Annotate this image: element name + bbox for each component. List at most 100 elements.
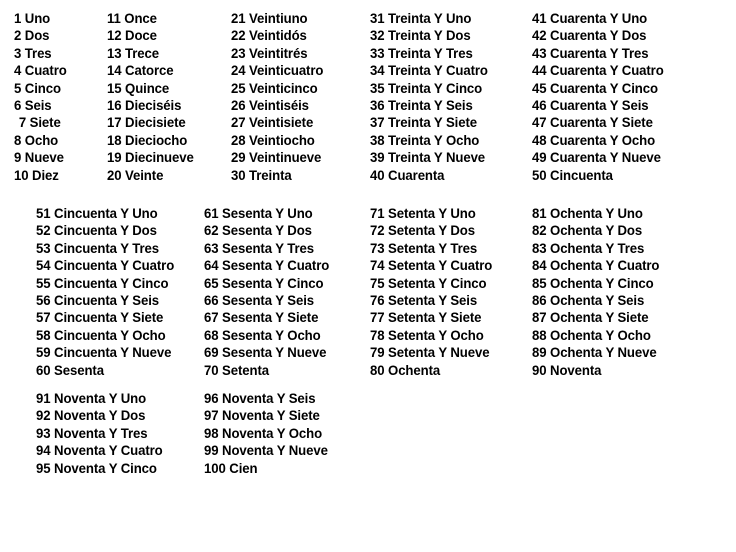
number-entry: 74 Setenta Y Cuatro	[370, 258, 493, 274]
number-entry: 53 Cincuenta Y Tres	[36, 240, 160, 256]
number-entry: 46 Cuarenta Y Seis	[532, 97, 649, 113]
number-column: 91 Noventa Y Uno 92 Noventa Y Dos 93 Noven…	[36, 390, 167, 477]
number-entry: 81 Ochenta Y Uno	[532, 206, 643, 221]
number-entry: 6 Seis	[14, 97, 52, 113]
number-entry: 69 Sesenta Y Nueve	[204, 345, 327, 361]
number-entry: 93 Noventa Y Tres	[36, 425, 148, 441]
spanish-numbers-chart: 1 Uno 2 Dos 3 Tres 4 Cuatro 5 Cinco 6 Seis 7 S…	[0, 0, 736, 552]
number-entry: 8 Ocho	[14, 132, 59, 148]
number-entry: 79 Setenta Y Nueve	[370, 345, 490, 361]
number-entry: 89 Ochenta Y Nueve	[532, 345, 657, 361]
number-entry: 78 Setenta Y Ocho	[370, 327, 484, 343]
number-entry: 2 Dos	[14, 28, 50, 44]
number-entry: 49 Cuarenta Y Nueve	[532, 150, 661, 166]
number-entry: 11 Once	[107, 11, 157, 26]
number-entry: 87 Ochenta Y Siete	[532, 310, 649, 326]
number-entry: 43 Cuarenta Y Tres	[532, 45, 649, 61]
number-entry: 12 Doce	[107, 28, 157, 44]
number-entry: 71 Setenta Y Uno	[370, 206, 476, 221]
number-entry: 18 Dieciocho	[107, 132, 188, 148]
number-entry: 19 Diecinueve	[107, 150, 194, 166]
number-entry: 90 Noventa	[532, 362, 602, 378]
number-entry: 44 Cuarenta Y Cuatro	[532, 63, 664, 79]
number-entry: 68 Sesenta Y Ocho	[204, 327, 321, 343]
number-entry: 45 Cuarenta Y Cinco	[532, 80, 658, 96]
number-entry: 54 Cincuenta Y Cuatro	[36, 258, 175, 274]
number-entry: 52 Cincuenta Y Dos	[36, 223, 157, 239]
number-entry: 22 Veintidós	[231, 28, 307, 44]
number-column: 96 Noventa Y Seis 97 Noventa Y Siete 98 No…	[204, 390, 332, 477]
number-entry: 16 Dieciséis	[107, 97, 182, 113]
number-entry: 91 Noventa Y Uno	[36, 391, 147, 406]
number-entry: 67 Sesenta Y Siete	[204, 310, 319, 326]
number-entry: 1 Uno	[14, 11, 51, 26]
number-column: 21 Veintiuno 22 Veintidós 23 Veintitrés 24 …	[231, 10, 326, 184]
number-entry: 3 Tres	[14, 45, 52, 61]
number-entry: 47 Cuarenta Y Siete	[532, 115, 653, 131]
number-entry: 80 Ochenta	[370, 362, 441, 378]
number-entry: 7 Siete	[18, 115, 61, 131]
number-entry: 48 Cuarenta Y Ocho	[532, 132, 656, 148]
number-entry: 36 Treinta Y Seis	[370, 97, 473, 113]
number-entry: 55 Cincuenta Y Cinco	[36, 275, 169, 291]
number-entry: 24 Veinticuatro	[231, 63, 324, 79]
number-entry: 10 Diez	[14, 167, 59, 183]
number-entry: 98 Noventa Y Ocho	[204, 425, 323, 441]
number-entry: 32 Treinta Y Dos	[370, 28, 471, 44]
number-entry: 25 Veinticinco	[231, 80, 318, 96]
number-entry: 23 Veintitrés	[231, 45, 308, 61]
number-entry: 56 Cincuenta Y Seis	[36, 292, 160, 308]
number-entry: 31 Treinta Y Uno	[370, 11, 472, 26]
number-entry: 60 Sesenta	[36, 362, 104, 378]
number-entry: 58 Cincuenta Y Ocho	[36, 327, 166, 343]
number-entry: 63 Sesenta Y Tres	[204, 240, 315, 256]
number-entry: 14 Catorce	[107, 63, 174, 79]
number-entry: 65 Sesenta Y Cinco	[204, 275, 324, 291]
number-entry: 88 Ochenta Y Ocho	[532, 327, 651, 343]
number-entry: 42 Cuarenta Y Dos	[532, 28, 647, 44]
number-entry: 50 Cincuenta	[532, 167, 613, 183]
number-entry: 72 Setenta Y Dos	[370, 223, 475, 239]
number-entry: 76 Setenta Y Seis	[370, 292, 478, 308]
number-entry: 73 Setenta Y Tres	[370, 240, 478, 256]
number-entry: 30 Treinta	[231, 167, 292, 183]
number-entry: 40 Cuarenta	[370, 167, 445, 183]
number-entry: 59 Cincuenta Y Nueve	[36, 345, 172, 361]
number-entry: 51 Cincuenta Y Uno	[36, 206, 158, 221]
number-entry: 97 Noventa Y Siete	[204, 408, 320, 424]
number-entry: 15 Quince	[107, 80, 170, 96]
number-entry: 5 Cinco	[14, 80, 61, 96]
number-entry: 92 Noventa Y Dos	[36, 408, 146, 424]
number-column: 11 Once 12 Doce 13 Trece 14 Catorce 15 Quinc…	[107, 10, 196, 184]
number-entry: 85 Ochenta Y Cinco	[532, 275, 654, 291]
number-column: 31 Treinta Y Uno 32 Treinta Y Dos 33 Trein…	[370, 10, 492, 184]
number-entry: 83 Ochenta Y Tres	[532, 240, 645, 256]
number-entry: 29 Veintinueve	[231, 150, 322, 166]
number-entry: 33 Treinta Y Tres	[370, 45, 473, 61]
number-entry: 84 Ochenta Y Cuatro	[532, 258, 660, 274]
number-entry: 95 Noventa Y Cinco	[36, 460, 157, 476]
number-entry: 57 Cincuenta Y Siete	[36, 310, 164, 326]
number-entry: 82 Ochenta Y Dos	[532, 223, 643, 239]
number-entry: 39 Treinta Y Nueve	[370, 150, 486, 166]
number-entry: 75 Setenta Y Cinco	[370, 275, 487, 291]
number-entry: 100 Cien	[204, 460, 258, 476]
number-entry: 27 Veintisiete	[231, 115, 314, 131]
number-entry: 35 Treinta Y Cinco	[370, 80, 483, 96]
number-entry: 38 Treinta Y Ocho	[370, 132, 480, 148]
number-column: 51 Cincuenta Y Uno 52 Cincuenta Y Dos 53 C…	[36, 205, 178, 379]
number-entry: 28 Veintiocho	[231, 132, 315, 148]
number-entry: 94 Noventa Y Cuatro	[36, 443, 163, 459]
number-entry: 64 Sesenta Y Cuatro	[204, 258, 330, 274]
number-entry: 26 Veintiséis	[231, 97, 309, 113]
number-entry: 41 Cuarenta Y Uno	[532, 11, 648, 26]
number-entry: 17 Diecisiete	[107, 115, 186, 131]
number-entry: 13 Trece	[107, 45, 160, 61]
number-entry: 96 Noventa Y Seis	[204, 391, 316, 406]
number-column: 1 Uno 2 Dos 3 Tres 4 Cuatro 5 Cinco 6 Seis 7 S…	[14, 10, 68, 184]
number-entry: 4 Cuatro	[14, 63, 67, 79]
number-entry: 66 Sesenta Y Seis	[204, 292, 315, 308]
number-column: 61 Sesenta Y Uno 62 Sesenta Y Dos 63 Sesen…	[204, 205, 333, 379]
number-entry: 99 Noventa Y Nueve	[204, 443, 328, 459]
number-entry: 70 Setenta	[204, 362, 270, 378]
